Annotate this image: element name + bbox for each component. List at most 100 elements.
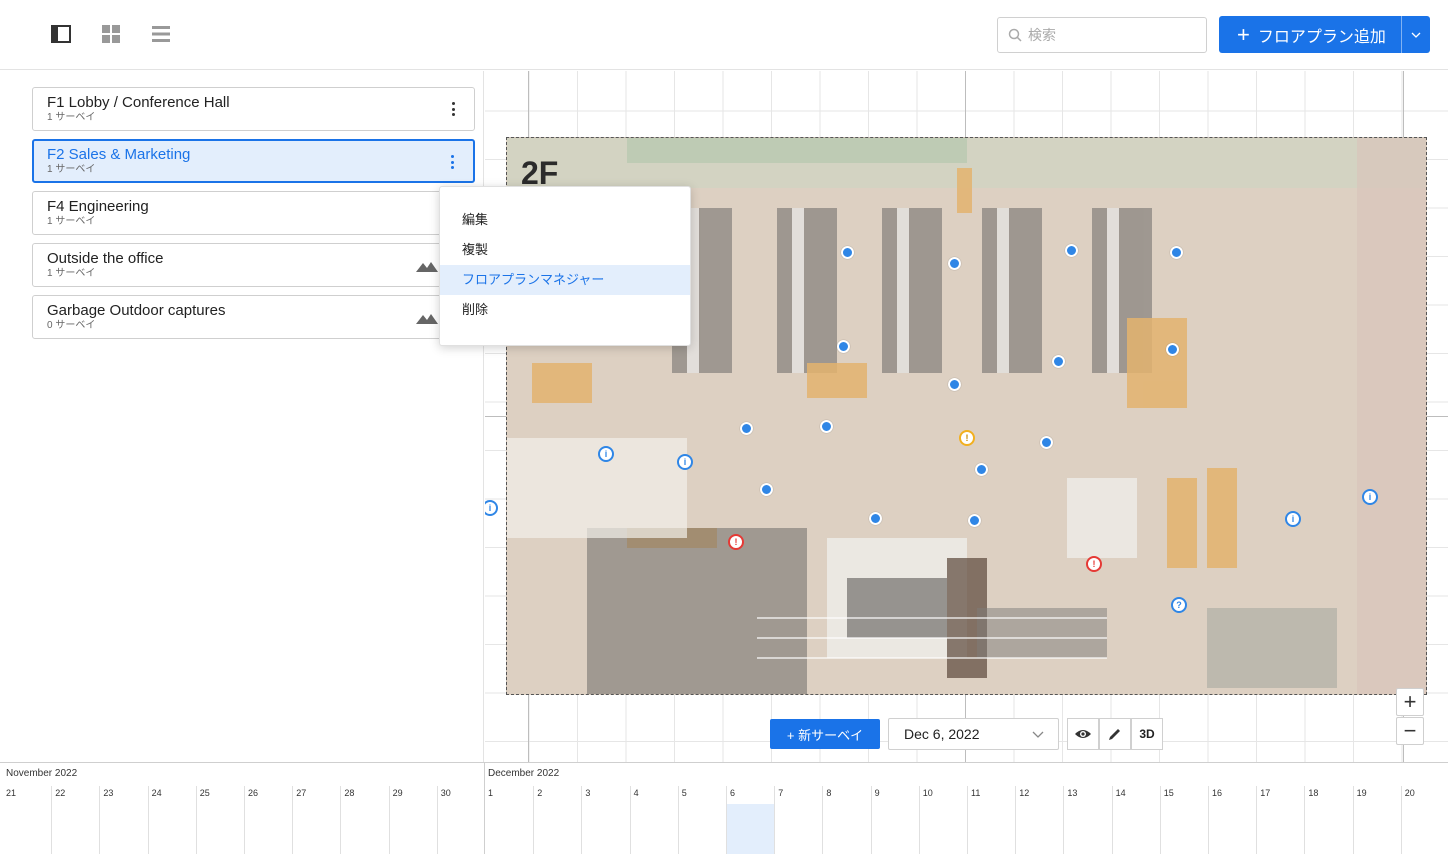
info-marker-icon[interactable]: i <box>677 454 693 470</box>
info-marker-icon[interactable]: i <box>1362 489 1378 505</box>
survey-point[interactable] <box>760 483 773 496</box>
floorplan-name: Garbage Outdoor captures <box>47 302 226 319</box>
timeline-day[interactable]: 30 <box>436 786 485 854</box>
edit-mode-button[interactable] <box>1099 718 1131 750</box>
floorplan-item[interactable]: Outside the office 1 サーベイ <box>32 243 475 287</box>
zoom-out-button[interactable]: − <box>1396 717 1424 745</box>
timeline-day[interactable]: 11 <box>967 786 1015 854</box>
timeline-day[interactable]: 18 <box>1304 786 1352 854</box>
timeline-month-label: December 2022 <box>488 768 560 779</box>
timeline-day[interactable]: 10 <box>918 786 967 854</box>
survey-count: 1 サーベイ <box>47 164 96 175</box>
menu-item-floorplan-manager[interactable]: フロアプランマネジャー <box>440 265 690 295</box>
survey-point[interactable] <box>1170 246 1183 259</box>
chevron-down-icon <box>1411 32 1421 38</box>
info-marker-icon[interactable]: i <box>598 446 614 462</box>
timeline-day[interactable]: 9 <box>870 786 919 854</box>
floorplan-name: F4 Engineering <box>47 198 149 215</box>
survey-point[interactable] <box>1065 244 1078 257</box>
zoom-in-button[interactable]: + <box>1396 688 1424 716</box>
add-floorplan-dropdown[interactable] <box>1401 16 1430 53</box>
menu-item-delete[interactable]: 削除 <box>440 295 690 325</box>
warning-marker-icon[interactable]: ! <box>959 430 975 446</box>
more-options-icon[interactable] <box>446 100 460 118</box>
timeline-day[interactable]: 3 <box>581 786 629 854</box>
timeline-day[interactable]: 27 <box>292 786 340 854</box>
timeline-day[interactable]: 25 <box>195 786 244 854</box>
timeline-day[interactable]: 16 <box>1208 786 1256 854</box>
view-mode-button[interactable] <box>1067 718 1099 750</box>
survey-point[interactable] <box>968 514 981 527</box>
survey-point[interactable] <box>948 257 961 270</box>
menu-item-duplicate[interactable]: 複製 <box>440 235 690 265</box>
floorplan-item[interactable]: F4 Engineering 1 サーベイ <box>32 191 475 235</box>
survey-point[interactable] <box>837 340 850 353</box>
menu-item-edit[interactable]: 編集 <box>440 205 690 235</box>
timeline-day[interactable]: 8 <box>822 786 870 854</box>
question-marker-icon[interactable]: ? <box>1171 597 1187 613</box>
timeline-day[interactable]: 7 <box>774 786 822 854</box>
survey-point[interactable] <box>841 246 854 259</box>
info-marker-icon[interactable]: i <box>485 500 498 516</box>
floorplan-item[interactable]: Garbage Outdoor captures 0 サーベイ <box>32 295 475 339</box>
3d-mode-button[interactable]: 3D <box>1131 718 1163 750</box>
timeline-day[interactable]: 20 <box>1400 786 1448 854</box>
floorplan-canvas[interactable]: 2F i i ! ! ! i i ? i + − <box>485 71 1448 762</box>
timeline-day[interactable]: 23 <box>99 786 147 854</box>
survey-point[interactable] <box>869 512 882 525</box>
timeline-day[interactable]: 24 <box>147 786 196 854</box>
alert-marker-icon[interactable]: ! <box>728 534 744 550</box>
eye-icon <box>1075 730 1091 738</box>
timeline-day[interactable]: 5 <box>677 786 726 854</box>
new-survey-button[interactable]: + 新サーベイ <box>770 719 880 749</box>
add-floorplan-button[interactable]: + フロアプラン追加 <box>1219 16 1430 53</box>
timeline-day[interactable]: 2 <box>533 786 581 854</box>
floorplan-name: Outside the office <box>47 250 164 267</box>
survey-point[interactable] <box>1040 436 1053 449</box>
survey-count: 1 サーベイ <box>47 268 96 279</box>
survey-point[interactable] <box>1052 355 1065 368</box>
survey-point[interactable] <box>820 420 833 433</box>
timeline-day[interactable]: 26 <box>244 786 292 854</box>
timeline-day[interactable]: 19 <box>1352 786 1401 854</box>
timeline-month-label: November 2022 <box>6 768 78 779</box>
grid-view-icon[interactable] <box>99 22 123 46</box>
timeline-day[interactable]: 17 <box>1256 786 1304 854</box>
timeline-day[interactable]: 14 <box>1111 786 1160 854</box>
top-toolbar: 検索 + フロアプラン追加 <box>0 0 1448 70</box>
floorplan-item[interactable]: F1 Lobby / Conference Hall 1 サーベイ <box>32 87 475 131</box>
timeline-day[interactable]: 15 <box>1159 786 1208 854</box>
search-input[interactable]: 検索 <box>997 17 1207 53</box>
timeline-day[interactable]: 28 <box>340 786 388 854</box>
add-floorplan-label: フロアプラン追加 <box>1257 28 1386 46</box>
timeline-day[interactable]: 21 <box>3 786 51 854</box>
survey-point[interactable] <box>740 422 753 435</box>
timeline-day[interactable]: 12 <box>1015 786 1063 854</box>
floorplan-item[interactable]: F2 Sales & Marketing 1 サーベイ <box>32 139 475 183</box>
survey-timeline: November 2022 December 2022 21 22 23 24 25 26… <box>0 762 1448 854</box>
chevron-down-icon <box>1032 731 1044 738</box>
outdoor-icon <box>416 259 438 277</box>
floorplan-app: 検索 + フロアプラン追加 F1 Lobby / Conference Hall… <box>0 0 1448 854</box>
survey-date-value: Dec 6, 2022 <box>904 726 980 742</box>
survey-point[interactable] <box>948 378 961 391</box>
survey-point[interactable] <box>975 463 988 476</box>
survey-date-select[interactable]: Dec 6, 2022 <box>888 718 1059 750</box>
timeline-day[interactable]: 29 <box>388 786 437 854</box>
survey-point[interactable] <box>1166 343 1179 356</box>
outdoor-icon <box>416 311 438 329</box>
timeline-day[interactable]: 13 <box>1063 786 1111 854</box>
timeline-day[interactable]: 1 <box>485 786 533 854</box>
more-options-icon[interactable] <box>445 153 459 171</box>
survey-count: 1 サーベイ <box>47 112 96 123</box>
search-placeholder: 検索 <box>1028 27 1056 43</box>
floorplan-sidebar: F1 Lobby / Conference Hall 1 サーベイ F2 Sal… <box>0 71 484 762</box>
info-marker-icon[interactable]: i <box>1285 511 1301 527</box>
timeline-day[interactable]: 22 <box>51 786 99 854</box>
panel-view-icon[interactable] <box>49 22 73 46</box>
timeline-day[interactable]: 4 <box>629 786 678 854</box>
timeline-day[interactable]: 6 <box>726 786 775 854</box>
alert-marker-icon[interactable]: ! <box>1086 556 1102 572</box>
floorplan-name: F1 Lobby / Conference Hall <box>47 94 230 111</box>
list-view-icon[interactable] <box>149 22 173 46</box>
